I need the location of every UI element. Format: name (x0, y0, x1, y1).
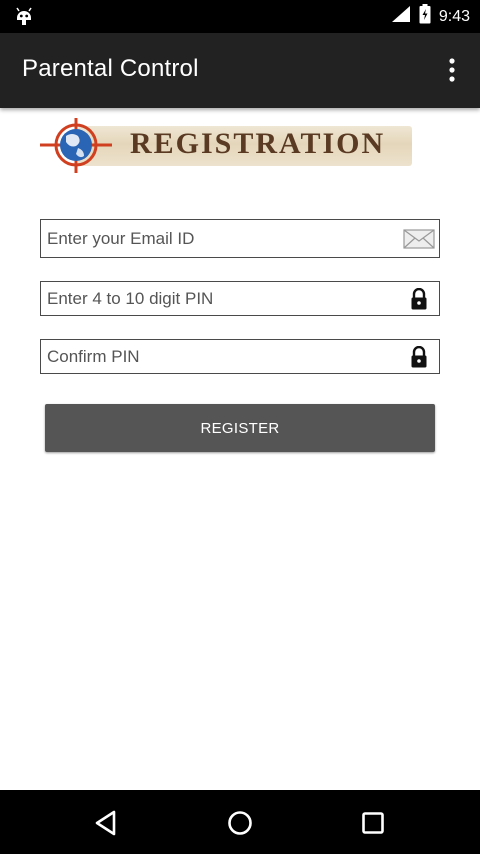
screen: 9:43 Parental Control REGISTRATION Enter… (0, 0, 480, 854)
recents-icon[interactable] (356, 806, 390, 840)
confirm-pin-field[interactable] (40, 339, 440, 374)
lock-icon (399, 282, 439, 315)
status-icons: 9:43 (391, 0, 470, 33)
status-bar: 9:43 (0, 0, 480, 33)
register-button[interactable]: REGISTER (45, 404, 435, 452)
status-time: 9:43 (438, 7, 470, 25)
confirm-pin-input[interactable] (41, 346, 399, 367)
banner-title: REGISTRATION (130, 127, 386, 160)
email-field[interactable] (40, 219, 440, 258)
app-bar: Parental Control (0, 33, 480, 108)
globe-crosshair-icon (38, 118, 116, 174)
pin-field[interactable] (40, 281, 440, 316)
envelope-icon (399, 220, 439, 257)
android-notification-icon (13, 5, 35, 27)
registration-banner: REGISTRATION (38, 118, 412, 174)
more-vert-icon[interactable] (444, 57, 460, 85)
signal-icon (391, 5, 411, 28)
pin-input[interactable] (41, 288, 399, 309)
back-icon[interactable] (90, 806, 124, 840)
navigation-bar (0, 790, 480, 854)
battery-icon (419, 4, 431, 29)
home-icon[interactable] (223, 806, 257, 840)
lock-icon (399, 340, 439, 373)
email-input[interactable] (41, 228, 399, 249)
app-title: Parental Control (22, 55, 199, 82)
